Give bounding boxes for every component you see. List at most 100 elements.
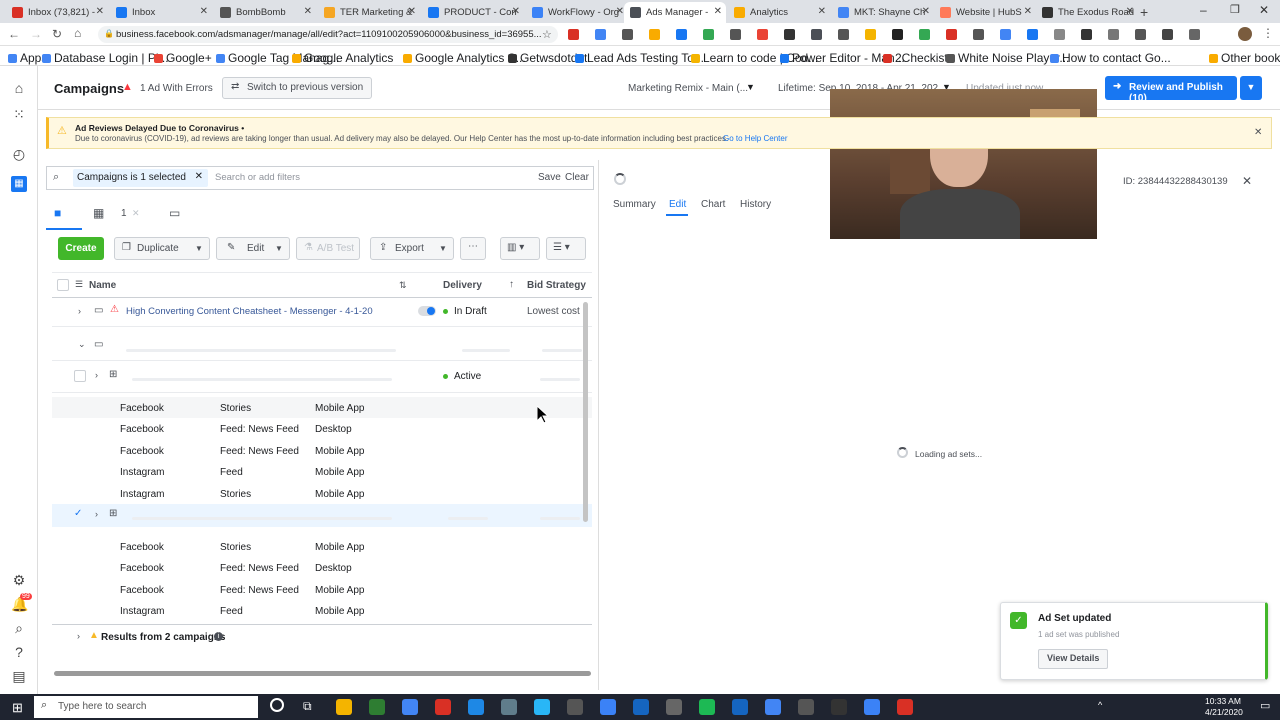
chevron-right-icon[interactable]: › [95, 370, 98, 380]
campaigns-level-tab[interactable]: ■ [54, 206, 61, 220]
tab-close-icon[interactable]: ✕ [96, 6, 104, 17]
breakdown-button[interactable]: ☰ ▾ [546, 237, 586, 260]
report-icon[interactable]: ▤ [11, 668, 27, 684]
browser-tab[interactable]: WorkFlowy - Org ✕ [526, 2, 628, 23]
row-checkbox[interactable] [74, 370, 86, 382]
taskbar-app-icon[interactable] [501, 699, 517, 715]
duplicate-button[interactable]: ❐ Duplicate ▼ [114, 237, 210, 260]
search-icon[interactable]: ⌕ [11, 620, 27, 636]
tab-close-icon[interactable]: ✕ [408, 6, 416, 17]
bookmark-star-icon[interactable]: ☆ [542, 28, 552, 41]
ab-test-button[interactable]: ⚗ A/B Test [296, 237, 360, 260]
save-filter-link[interactable]: Save [538, 172, 561, 183]
window-close-button[interactable]: ✕ [1259, 3, 1269, 17]
apps-grid-icon[interactable]: ⁙ [11, 106, 27, 122]
tab-close-icon[interactable]: ✕ [818, 6, 826, 17]
browser-tab[interactable]: Analytics ✕ [728, 2, 830, 23]
browser-tab[interactable]: Website | HubS ✕ [934, 2, 1036, 23]
dashboard-icon[interactable]: ◴ [11, 146, 27, 162]
taskbar-app-icon[interactable] [864, 699, 880, 715]
extension-icon[interactable] [892, 29, 903, 40]
extension-icon[interactable] [1054, 29, 1065, 40]
sort-ascending-icon[interactable]: ↑ [509, 279, 514, 290]
browser-tab[interactable]: TER Marketing & ✕ [318, 2, 420, 23]
extension-icon[interactable] [757, 29, 768, 40]
window-maximize-button[interactable]: ❐ [1230, 3, 1240, 16]
taskbar-app-icon[interactable] [831, 699, 847, 715]
extension-icon[interactable] [973, 29, 984, 40]
switch-version-button[interactable]: ⇄ Switch to previous version [222, 77, 373, 99]
tab-close-icon[interactable]: ✕ [512, 6, 520, 17]
tab-history[interactable]: History [740, 199, 771, 210]
extension-icon[interactable] [919, 29, 930, 40]
browser-menu-icon[interactable]: ⋮ [1262, 26, 1274, 40]
profile-avatar[interactable] [1238, 27, 1252, 41]
tab-close-icon[interactable]: ✕ [1024, 6, 1032, 17]
close-icon[interactable]: ✕ [1254, 127, 1262, 138]
new-tab-button[interactable]: + [1140, 4, 1148, 20]
taskbar-app-icon[interactable] [699, 699, 715, 715]
create-button[interactable]: Create [58, 237, 104, 260]
browser-tab[interactable]: Ads Manager - ✕ [624, 2, 726, 23]
filter-icon[interactable]: ☰ [75, 279, 83, 290]
url-field[interactable]: 🔒 business.facebook.com/adsmanager/manag… [98, 26, 558, 43]
tab-close-icon[interactable]: ✕ [200, 6, 208, 17]
browser-tab[interactable]: Inbox ✕ [110, 2, 212, 23]
tab-chart[interactable]: Chart [701, 199, 725, 210]
bookmark-link[interactable]: Google Analytics [292, 51, 393, 65]
horizontal-scrollbar[interactable] [54, 671, 591, 676]
taskbar-app-icon[interactable] [534, 699, 550, 715]
tab-close-icon[interactable]: ✕ [1126, 6, 1134, 17]
extension-icon[interactable] [595, 29, 606, 40]
browser-tab[interactable]: The Exodus Road ✕ [1036, 2, 1138, 23]
bookmark-link[interactable]: Database Login | Pi... [42, 51, 169, 65]
tab-edit[interactable]: Edit [669, 199, 686, 210]
ads-level-tab[interactable]: ▭ [169, 206, 180, 220]
taskbar-app-icon[interactable] [633, 699, 649, 715]
settings-icon[interactable]: ⚙ [11, 572, 27, 588]
export-button[interactable]: ⇪ Export ▼ [370, 237, 454, 260]
close-icon[interactable]: ✕ [132, 208, 140, 219]
task-view-icon[interactable]: ⧉ [303, 699, 312, 714]
tab-close-icon[interactable]: ✕ [922, 6, 930, 17]
tab-summary[interactable]: Summary [613, 199, 656, 210]
extension-icon[interactable] [703, 29, 714, 40]
taskbar-app-icon[interactable] [369, 699, 385, 715]
extension-icon[interactable] [811, 29, 822, 40]
bid-strategy-column-header[interactable]: Bid Strategy [527, 280, 586, 291]
reload-icon[interactable]: ↻ [52, 27, 62, 41]
extension-icon[interactable] [784, 29, 795, 40]
bookmark-link[interactable]: How to contact Go... [1050, 51, 1171, 65]
taskbar-app-icon[interactable] [765, 699, 781, 715]
help-center-link[interactable]: Go to Help Center [723, 134, 787, 143]
extension-icon[interactable] [946, 29, 957, 40]
taskbar-app-icon[interactable] [666, 699, 682, 715]
columns-button[interactable]: ▥ ▾ [500, 237, 540, 260]
help-icon[interactable]: ? [11, 644, 27, 660]
extension-icon[interactable] [1000, 29, 1011, 40]
taskbar-app-icon[interactable] [897, 699, 913, 715]
review-publish-button[interactable]: ➜ Review and Publish (10) [1105, 76, 1237, 104]
taskbar-app-icon[interactable] [435, 699, 451, 715]
tab-close-icon[interactable]: ✕ [304, 6, 312, 17]
tab-close-icon[interactable]: ✕ [616, 6, 624, 17]
delivery-column-header[interactable]: Delivery [443, 280, 482, 291]
extension-icon[interactable] [649, 29, 660, 40]
taskbar-app-icon[interactable] [567, 699, 583, 715]
close-panel-icon[interactable]: ✕ [1242, 174, 1252, 188]
windows-start-icon[interactable]: ⊞ [12, 700, 23, 716]
browser-tab[interactable]: MKT: Shayne Ch ✕ [832, 2, 934, 23]
taskbar-app-icon[interactable] [336, 699, 352, 715]
home-icon[interactable]: ⌂ [74, 26, 81, 40]
ad-sets-level-tab[interactable]: ▦ [93, 206, 104, 220]
bookmark-link[interactable]: Lead Ads Testing To... [575, 51, 704, 65]
extension-icon[interactable] [1162, 29, 1173, 40]
adset-row[interactable]: › ⊞ Active [52, 366, 592, 387]
chevron-right-icon[interactable]: › [78, 306, 81, 316]
browser-tab[interactable]: PRODUCT - Con ✕ [422, 2, 524, 23]
tab-close-icon[interactable]: ✕ [714, 6, 722, 17]
edit-button[interactable]: ✎ Edit ▼ [216, 237, 290, 260]
bookmark-link[interactable]: Google+ [154, 51, 212, 65]
info-icon[interactable]: i [214, 632, 223, 641]
campaign-name-link[interactable]: High Converting Content Cheatsheet - Mes… [126, 306, 373, 317]
